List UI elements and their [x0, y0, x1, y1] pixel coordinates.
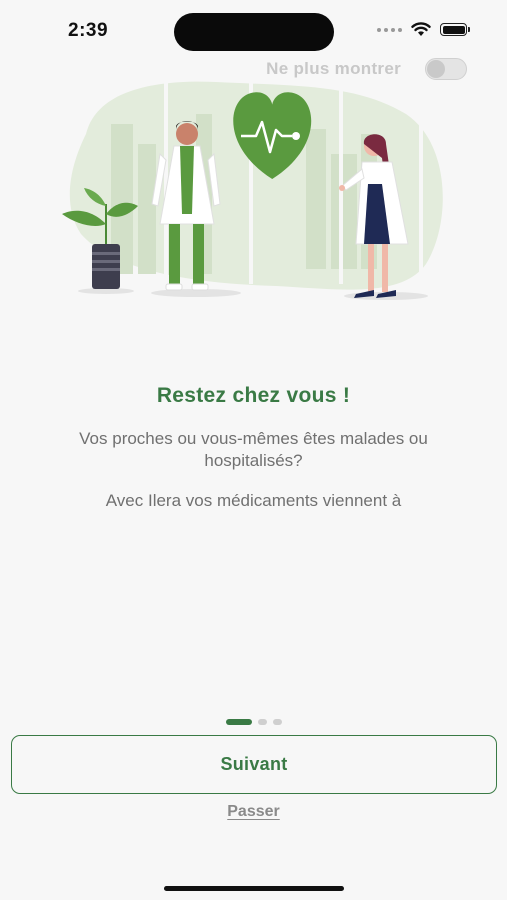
- next-button[interactable]: Suivant: [11, 735, 497, 794]
- wifi-icon: [411, 22, 431, 36]
- status-time: 2:39: [68, 20, 109, 41]
- cellular-signal-icon: [377, 27, 402, 32]
- page-title: Restez chez vous !: [156, 384, 351, 407]
- status-bar: 2:39: [0, 0, 507, 62]
- dynamic-island: [174, 13, 334, 51]
- skip-link[interactable]: Passer: [227, 803, 280, 820]
- description: Vos proches ou vous-mêmes êtes malades o…: [79, 429, 428, 470]
- status-icons: [377, 22, 470, 37]
- home-indicator: [164, 886, 344, 891]
- doctors-heart-illustration: [62, 79, 443, 300]
- skip-row: Passer: [0, 803, 507, 821]
- page-indicator: [0, 719, 507, 725]
- page-dot-active: [225, 719, 252, 725]
- description-2: Avec Ilera vos médicaments viennent à: [105, 491, 402, 510]
- page-dot: [272, 719, 282, 725]
- page-dot: [257, 719, 267, 725]
- battery-icon: [440, 23, 470, 36]
